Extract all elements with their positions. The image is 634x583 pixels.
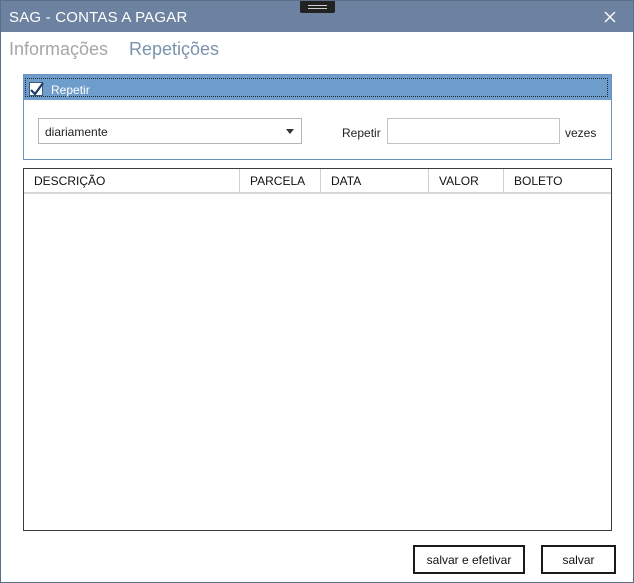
column-header-valor[interactable]: VALOR [429,169,504,192]
app-window: SAG - CONTAS A PAGAR Informações Repetiç… [0,0,634,583]
column-header-data[interactable]: DATA [321,169,429,192]
column-header-parcela[interactable]: PARCELA [240,169,321,192]
drag-grip-icon[interactable] [300,1,335,13]
save-button[interactable]: salvar [541,545,616,574]
repeat-count-input[interactable] [387,118,560,144]
repeat-checkbox[interactable] [29,82,44,96]
close-icon [604,11,616,23]
times-label: vezes [565,126,597,140]
chevron-down-icon [286,129,294,134]
column-header-descricao[interactable]: DESCRIÇÃO [24,169,240,192]
repeat-count-label: Repetir [342,126,381,140]
save-and-commit-button[interactable]: salvar e efetivar [413,545,525,574]
frequency-select[interactable]: diariamente [38,118,302,144]
checkmark-icon [30,82,44,96]
close-button[interactable] [600,7,620,27]
tab-repeticoes[interactable]: Repetições [129,39,219,60]
column-header-boleto[interactable]: BOLETO [504,169,611,192]
tab-informacoes[interactable]: Informações [9,39,108,60]
focus-rectangle [25,78,608,97]
repeat-group-header: Repetir [24,75,611,100]
title-bar[interactable]: SAG - CONTAS A PAGAR [1,1,633,32]
table-header: DESCRIÇÃO PARCELA DATA VALOR BOLETO [24,169,611,193]
window-title: SAG - CONTAS A PAGAR [9,9,188,26]
repeat-group: Repetir diariamente Repetir vezes [23,74,612,160]
repeat-checkbox-label[interactable]: Repetir [51,83,90,97]
header-divider [24,192,611,194]
installments-table[interactable]: DESCRIÇÃO PARCELA DATA VALOR BOLETO [23,168,612,531]
frequency-select-value: diariamente [45,125,108,139]
